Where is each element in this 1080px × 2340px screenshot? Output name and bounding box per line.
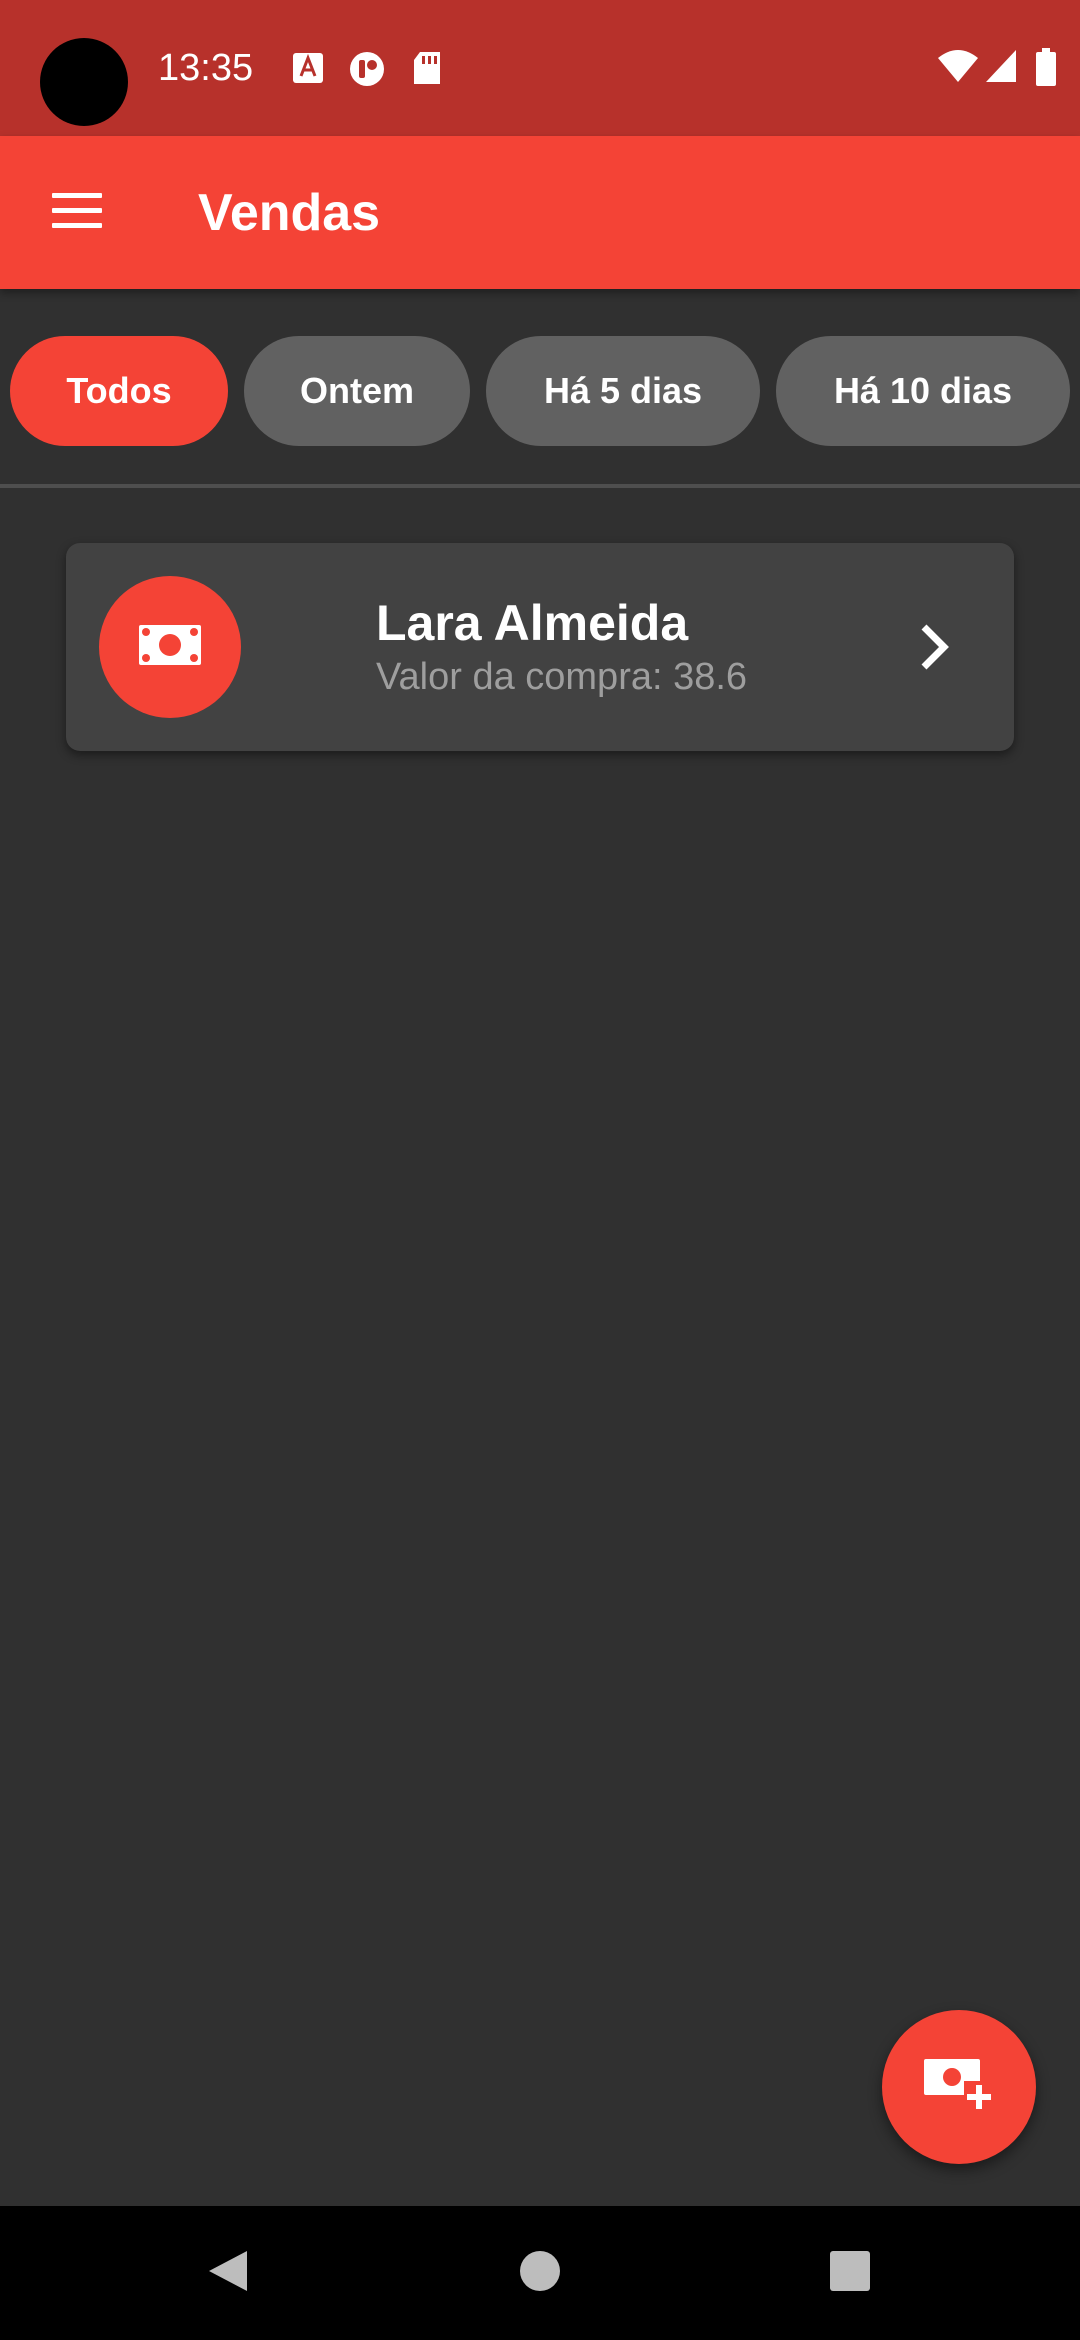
sale-card[interactable]: Lara Almeida Valor da compra: 38.6	[66, 543, 1014, 751]
add-money-icon	[924, 2058, 994, 2116]
back-button[interactable]	[190, 2236, 264, 2310]
filter-chip-5-dias[interactable]: Há 5 dias	[486, 336, 760, 446]
filter-chip-10-dias[interactable]: Há 10 dias	[776, 336, 1070, 446]
filter-chips: Todos Ontem Há 5 dias Há 10 dias	[0, 336, 1080, 448]
pdf-icon	[290, 50, 326, 86]
money-icon	[139, 624, 201, 670]
add-sale-button[interactable]	[882, 2010, 1036, 2164]
screen: 13:35 Vendas Todos Ontem Há 5 dias Há 10…	[0, 0, 1080, 2340]
recents-icon	[828, 2249, 872, 2298]
filter-chip-todos[interactable]: Todos	[10, 336, 228, 446]
home-icon	[518, 2249, 562, 2298]
home-button[interactable]	[503, 2236, 577, 2310]
app-notification-icon	[348, 50, 384, 86]
divider	[0, 484, 1080, 488]
app-bar: Vendas	[0, 136, 1080, 289]
sale-avatar	[99, 576, 241, 718]
cellular-signal-icon	[984, 48, 1018, 88]
menu-button[interactable]	[36, 176, 118, 250]
sale-customer-name: Lara Almeida	[376, 595, 689, 651]
status-bar: 13:35	[0, 0, 1080, 136]
filter-chip-ontem[interactable]: Ontem	[244, 336, 470, 446]
page-title: Vendas	[198, 184, 381, 242]
recents-button[interactable]	[813, 2236, 887, 2310]
camera-cutout	[40, 38, 128, 126]
menu-icon	[50, 191, 104, 236]
chevron-right-icon	[902, 615, 966, 679]
navigation-bar	[0, 2206, 1080, 2340]
sale-value: Valor da compra: 38.6	[376, 656, 748, 698]
wifi-icon	[936, 48, 980, 88]
status-time: 13:35	[158, 47, 254, 89]
sd-card-icon	[410, 50, 446, 86]
back-icon	[203, 2247, 251, 2300]
battery-icon	[1034, 48, 1058, 88]
